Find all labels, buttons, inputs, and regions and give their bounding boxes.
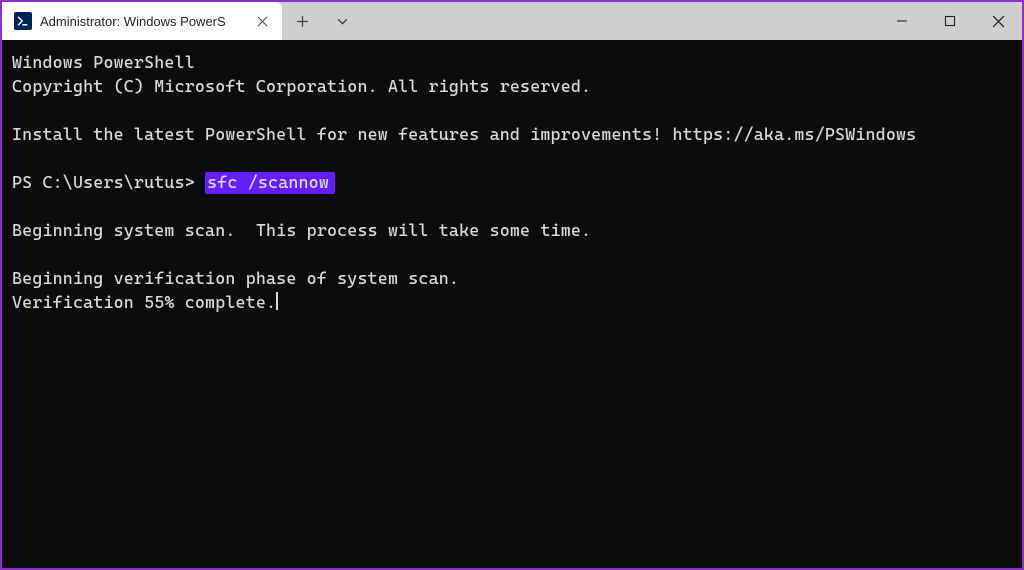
new-tab-button[interactable] — [282, 2, 322, 40]
tab-active[interactable]: Administrator: Windows PowerS — [2, 2, 282, 40]
ps-header-line2: Copyright (C) Microsoft Corporation. All… — [12, 76, 591, 96]
close-button[interactable] — [974, 2, 1022, 40]
output-line-verification-progress: Verification 55% complete. — [12, 292, 276, 312]
tab-dropdown-button[interactable] — [322, 2, 362, 40]
tab-close-button[interactable] — [250, 9, 274, 33]
titlebar-drag-area[interactable] — [362, 2, 878, 40]
terminal-output[interactable]: Windows PowerShell Copyright (C) Microso… — [2, 40, 1022, 568]
ps-install-message: Install the latest PowerShell for new fe… — [12, 124, 916, 144]
maximize-button[interactable] — [926, 2, 974, 40]
output-line-verification-phase: Beginning verification phase of system s… — [12, 268, 459, 288]
minimize-button[interactable] — [878, 2, 926, 40]
command-text: sfc /scannow — [205, 172, 335, 194]
powershell-icon — [14, 12, 32, 30]
prompt-prefix: PS C:\Users\rutus> — [12, 172, 205, 192]
tab-title: Administrator: Windows PowerS — [40, 14, 242, 29]
window-controls — [878, 2, 1022, 40]
window-titlebar: Administrator: Windows PowerS — [2, 2, 1022, 40]
output-line-scan-begin: Beginning system scan. This process will… — [12, 220, 591, 240]
text-cursor — [276, 292, 278, 310]
ps-header-line1: Windows PowerShell — [12, 52, 195, 72]
